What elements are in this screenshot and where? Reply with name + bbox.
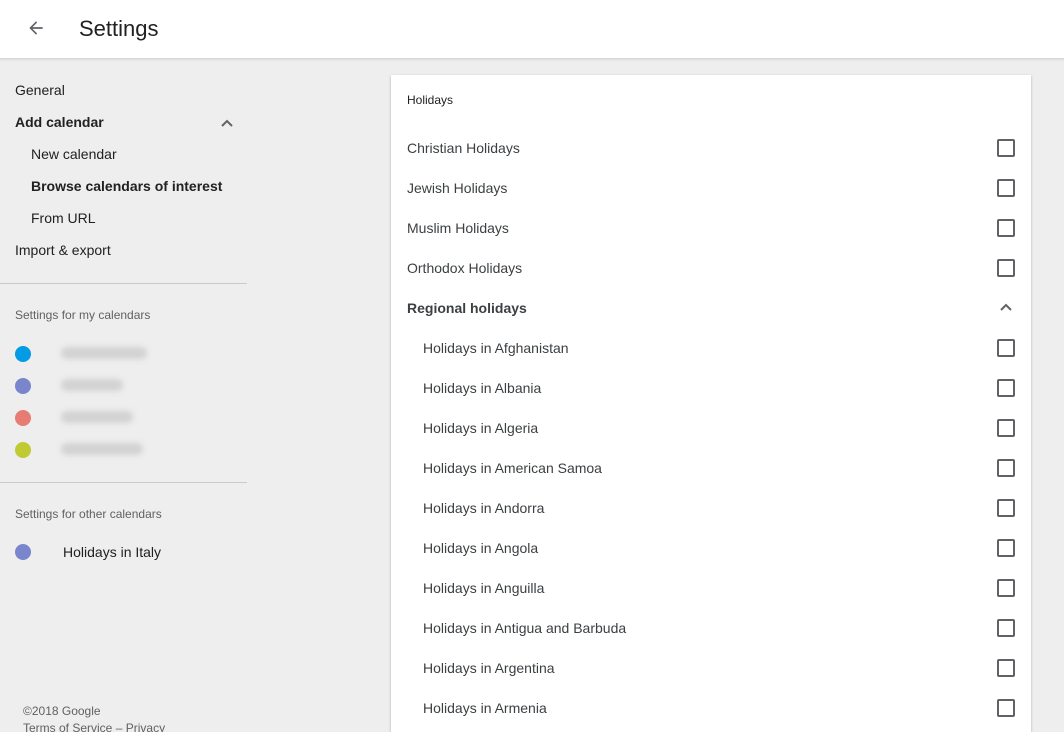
subscribe-checkbox[interactable]: [997, 659, 1015, 677]
subscribe-checkbox[interactable]: [997, 459, 1015, 477]
item-label: Holidays in Albania: [423, 380, 542, 396]
subscribe-checkbox[interactable]: [997, 699, 1015, 717]
subscribe-checkbox[interactable]: [997, 499, 1015, 517]
item-label: Holidays in Anguilla: [423, 580, 545, 596]
item-label: Holidays in American Samoa: [423, 460, 602, 476]
item-label: Holidays in Armenia: [423, 700, 547, 716]
list-item[interactable]: Holidays in Anguilla: [391, 567, 1031, 607]
my-calendars-heading: Settings for my calendars: [15, 308, 151, 322]
my-calendar-item[interactable]: [15, 408, 235, 428]
group-label: Regional holidays: [407, 300, 527, 316]
subscribe-checkbox[interactable]: [997, 259, 1015, 277]
sidebar-divider: [0, 482, 247, 483]
terms-link[interactable]: Terms of Service: [23, 721, 112, 732]
list-item[interactable]: Holidays in Andorra: [391, 487, 1031, 527]
subscribe-checkbox[interactable]: [997, 419, 1015, 437]
my-calendar-item[interactable]: [15, 376, 235, 396]
calendar-color-dot: [15, 442, 31, 458]
list-item[interactable]: Christian Holidays: [391, 127, 1031, 167]
item-label: Christian Holidays: [407, 140, 520, 156]
sidebar-item-from-url[interactable]: From URL: [31, 208, 96, 228]
other-calendar-item[interactable]: Holidays in Italy: [15, 542, 235, 562]
app-header: Settings: [0, 0, 1064, 59]
item-label: Holidays in Andorra: [423, 500, 545, 516]
my-calendar-item[interactable]: [15, 344, 235, 364]
list-item[interactable]: Holidays in Argentina: [391, 647, 1031, 687]
sidebar-divider: [0, 283, 247, 284]
chevron-up-icon: [997, 300, 1015, 314]
card-title: Holidays: [407, 93, 454, 107]
subscribe-checkbox[interactable]: [997, 619, 1015, 637]
page-title: Settings: [79, 16, 159, 41]
sidebar-item-add-calendar[interactable]: Add calendar: [15, 112, 104, 132]
holidays-card: Holidays Christian Holidays Jewish Holid…: [391, 75, 1031, 732]
copyright-text: ©2018 Google: [23, 704, 101, 718]
item-label: Holidays in Afghanistan: [423, 340, 569, 356]
subscribe-checkbox[interactable]: [997, 219, 1015, 237]
my-calendar-item[interactable]: [15, 440, 235, 460]
list-item[interactable]: Holidays in American Samoa: [391, 447, 1031, 487]
sidebar-item-browse-calendars[interactable]: Browse calendars of interest: [31, 176, 222, 196]
calendar-name: Holidays in Italy: [63, 544, 162, 560]
list-item[interactable]: Holidays in Antigua and Barbuda: [391, 607, 1031, 647]
arrow-back-icon: [29, 21, 43, 35]
item-label: Holidays in Antigua and Barbuda: [423, 620, 627, 636]
footer-separator: –: [115, 721, 123, 732]
item-label: Holidays in Argentina: [423, 660, 555, 676]
subscribe-checkbox[interactable]: [997, 539, 1015, 557]
sidebar: General Add calendar New calendar Browse…: [0, 60, 247, 732]
list-item[interactable]: Holidays in Afghanistan: [391, 327, 1031, 367]
subscribe-checkbox[interactable]: [997, 339, 1015, 357]
sidebar-item-new-calendar[interactable]: New calendar: [31, 144, 117, 164]
sidebar-item-general[interactable]: General: [15, 80, 65, 100]
regional-holidays-toggle[interactable]: Regional holidays: [391, 287, 1031, 327]
item-label: Holidays in Angola: [423, 540, 539, 556]
list-item[interactable]: Holidays in Angola: [391, 527, 1031, 567]
list-item[interactable]: Muslim Holidays: [391, 207, 1031, 247]
redacted-calendar-name: [61, 443, 143, 455]
back-button[interactable]: [20, 12, 52, 44]
collapse-add-calendar-button[interactable]: [218, 116, 236, 130]
redacted-calendar-name: [61, 379, 123, 391]
subscribe-checkbox[interactable]: [997, 379, 1015, 397]
item-label: Jewish Holidays: [407, 180, 508, 196]
calendar-color-dot: [15, 346, 31, 362]
redacted-calendar-name: [61, 347, 147, 359]
sidebar-item-import-export[interactable]: Import & export: [15, 240, 111, 260]
list-item[interactable]: Holidays in Albania: [391, 367, 1031, 407]
subscribe-checkbox[interactable]: [997, 139, 1015, 157]
footer-links: Terms of Service – Privacy: [23, 720, 165, 732]
list-item[interactable]: Orthodox Holidays: [391, 247, 1031, 287]
item-label: Muslim Holidays: [407, 220, 509, 236]
subscribe-checkbox[interactable]: [997, 579, 1015, 597]
calendar-color-dot: [15, 544, 31, 560]
list-item[interactable]: Holidays in Armenia: [391, 687, 1031, 727]
chevron-up-icon: [221, 119, 233, 127]
subscribe-checkbox[interactable]: [997, 179, 1015, 197]
list-item[interactable]: Holidays in Algeria: [391, 407, 1031, 447]
other-calendars-heading: Settings for other calendars: [15, 507, 162, 521]
item-label: Holidays in Algeria: [423, 420, 539, 436]
item-label: Orthodox Holidays: [407, 260, 523, 276]
calendar-color-dot: [15, 410, 31, 426]
privacy-link[interactable]: Privacy: [126, 721, 165, 732]
list-item[interactable]: Jewish Holidays: [391, 167, 1031, 207]
calendar-color-dot: [15, 378, 31, 394]
redacted-calendar-name: [61, 411, 133, 423]
